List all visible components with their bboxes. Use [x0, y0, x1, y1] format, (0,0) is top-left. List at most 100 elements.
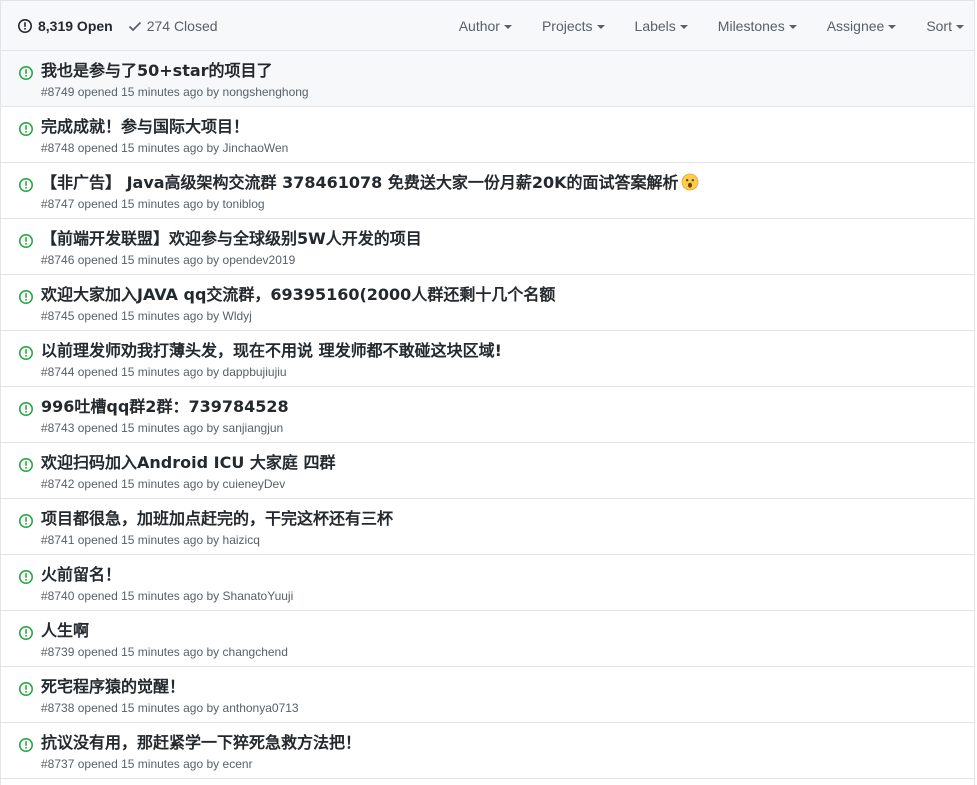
- issue-number[interactable]: #8737: [41, 757, 74, 771]
- astonished-face-emoji-icon: [681, 173, 699, 191]
- issue-meta: #8739 opened 15 minutes ago by changchen…: [41, 644, 288, 660]
- issue-row[interactable]: 完成成就！参与国际大项目！ #8748 opened 15 minutes ag…: [1, 107, 974, 163]
- issue-author-link[interactable]: cuieneyDev: [223, 477, 286, 491]
- issue-author-link[interactable]: haizicq: [223, 533, 260, 547]
- issue-number[interactable]: #8749: [41, 85, 74, 99]
- issue-number[interactable]: #8740: [41, 589, 74, 603]
- issue-row[interactable]: 死宅程序猿的觉醒！ #8738 opened 15 minutes ago by…: [1, 667, 974, 723]
- issue-opened-text: opened 15 minutes ago by: [77, 421, 220, 435]
- issue-title-link[interactable]: 【非广告】 Java高级架构交流群 378461078 免费送大家一份月薪20K…: [41, 173, 699, 193]
- caret-down-icon: [596, 24, 605, 29]
- issue-row-content: 【非广告】 Java高级架构交流群 378461078 免费送大家一份月薪20K…: [41, 173, 699, 212]
- issue-row-content: 欢迎扫码加入Android ICU 大家庭 四群 #8742 opened 15…: [41, 453, 335, 492]
- labels-filter[interactable]: Labels: [635, 18, 688, 34]
- issue-meta: #8748 opened 15 minutes ago by JinchaoWe…: [41, 140, 288, 156]
- issue-number[interactable]: #8747: [41, 197, 74, 211]
- issue-author-link[interactable]: anthonya0713: [223, 701, 299, 715]
- issue-opened-text: opened 15 minutes ago by: [77, 533, 220, 547]
- issue-number[interactable]: #8743: [41, 421, 74, 435]
- issues-box: 8,319 Open 274 Closed Author Projects La…: [0, 0, 975, 785]
- closed-issues-count: 274 Closed: [146, 17, 218, 34]
- issue-list: 我也是参与了50+star的项目了 #8749 opened 15 minute…: [1, 51, 974, 779]
- issue-opened-text: opened 15 minutes ago by: [77, 645, 220, 659]
- closed-issues-tab[interactable]: 274 Closed: [128, 18, 218, 34]
- issue-row-content: 人生啊 #8739 opened 15 minutes ago by chang…: [41, 621, 288, 660]
- issue-row[interactable]: 人生啊 #8739 opened 15 minutes ago by chang…: [1, 611, 974, 667]
- issue-meta: #8749 opened 15 minutes ago by nongsheng…: [41, 84, 309, 100]
- caret-down-icon: [503, 24, 512, 29]
- issue-row[interactable]: 火前留名！ #8740 opened 15 minutes ago by Sha…: [1, 555, 974, 611]
- issue-number[interactable]: #8745: [41, 309, 74, 323]
- assignee-filter[interactable]: Assignee: [827, 18, 897, 34]
- issue-row[interactable]: 抗议没有用，那赶紧学一下猝死急救方法把！ #8737 opened 15 min…: [1, 723, 974, 779]
- issue-row[interactable]: 我也是参与了50+star的项目了 #8749 opened 15 minute…: [1, 51, 974, 107]
- issue-title-link[interactable]: 以前理发师劝我打薄头发，现在不用说 理发师都不敢碰这块区域!: [41, 341, 502, 361]
- issue-author-link[interactable]: toniblog: [223, 197, 265, 211]
- issue-number[interactable]: #8739: [41, 645, 74, 659]
- issue-row[interactable]: 欢迎扫码加入Android ICU 大家庭 四群 #8742 opened 15…: [1, 443, 974, 499]
- issue-row[interactable]: 欢迎大家加入JAVA qq交流群，69395160(2000人群还剩十几个名额 …: [1, 275, 974, 331]
- issue-author-link[interactable]: nongshenghong: [223, 85, 309, 99]
- issue-title-link[interactable]: 完成成就！参与国际大项目！: [41, 117, 288, 137]
- issue-opened-text: opened 15 minutes ago by: [77, 365, 220, 379]
- issue-title-link[interactable]: 抗议没有用，那赶紧学一下猝死急救方法把！: [41, 733, 361, 753]
- issue-row-content: 火前留名！ #8740 opened 15 minutes ago by Sha…: [41, 565, 293, 604]
- milestones-filter[interactable]: Milestones: [718, 18, 797, 34]
- issue-meta: #8738 opened 15 minutes ago by anthonya0…: [41, 700, 299, 716]
- issue-opened-text: opened 15 minutes ago by: [77, 85, 220, 99]
- projects-filter[interactable]: Projects: [542, 18, 605, 34]
- issue-title-link[interactable]: 项目都很急，加班加点赶完的，干完这杯还有三杯: [41, 509, 393, 529]
- issue-number[interactable]: #8742: [41, 477, 74, 491]
- issue-meta: #8746 opened 15 minutes ago by opendev20…: [41, 252, 422, 268]
- open-issues-count: 8,319 Open: [38, 17, 113, 34]
- issue-title-link[interactable]: 死宅程序猿的觉醒！: [41, 677, 299, 697]
- issue-number[interactable]: #8746: [41, 253, 74, 267]
- issue-row[interactable]: 【非广告】 Java高级架构交流群 378461078 免费送大家一份月薪20K…: [1, 163, 974, 219]
- issue-number[interactable]: #8741: [41, 533, 74, 547]
- issue-title-link[interactable]: 996吐槽qq群2群：739784528: [41, 397, 289, 417]
- issue-row-content: 欢迎大家加入JAVA qq交流群，69395160(2000人群还剩十几个名额 …: [41, 285, 555, 324]
- issue-meta: #8745 opened 15 minutes ago by Wldyj: [41, 308, 555, 324]
- sort-filter[interactable]: Sort: [926, 18, 964, 34]
- issue-opened-icon: [18, 65, 34, 81]
- issue-opened-icon: [18, 681, 34, 697]
- issue-title-link[interactable]: 【前端开发联盟】欢迎参与全球级别5W人开发的项目: [41, 229, 422, 249]
- issue-author-link[interactable]: dappbujiujiu: [223, 365, 287, 379]
- issue-title-link[interactable]: 人生啊: [41, 621, 288, 641]
- issue-author-link[interactable]: changchend: [223, 645, 288, 659]
- issue-row[interactable]: 996吐槽qq群2群：739784528 #8743 opened 15 min…: [1, 387, 974, 443]
- issue-author-link[interactable]: Wldyj: [223, 309, 252, 323]
- issue-row[interactable]: 【前端开发联盟】欢迎参与全球级别5W人开发的项目 #8746 opened 15…: [1, 219, 974, 275]
- issue-row-content: 死宅程序猿的觉醒！ #8738 opened 15 minutes ago by…: [41, 677, 299, 716]
- issue-title-link[interactable]: 我也是参与了50+star的项目了: [41, 61, 309, 81]
- author-filter[interactable]: Author: [459, 18, 512, 34]
- issue-title-link[interactable]: 欢迎扫码加入Android ICU 大家庭 四群: [41, 453, 335, 473]
- issue-row-content: 【前端开发联盟】欢迎参与全球级别5W人开发的项目 #8746 opened 15…: [41, 229, 422, 268]
- issue-opened-icon: [18, 569, 34, 585]
- issue-title-link[interactable]: 欢迎大家加入JAVA qq交流群，69395160(2000人群还剩十几个名额: [41, 285, 555, 305]
- issue-row[interactable]: 项目都很急，加班加点赶完的，干完这杯还有三杯 #8741 opened 15 m…: [1, 499, 974, 555]
- issue-meta: #8747 opened 15 minutes ago by toniblog: [41, 196, 699, 212]
- issue-number[interactable]: #8744: [41, 365, 74, 379]
- issue-state-toggles: 8,319 Open 274 Closed: [17, 18, 429, 34]
- issue-author-link[interactable]: sanjiangjun: [223, 421, 284, 435]
- issue-opened-icon: [18, 121, 34, 137]
- issue-number[interactable]: #8738: [41, 701, 74, 715]
- issue-author-link[interactable]: ecenr: [223, 757, 253, 771]
- issue-author-link[interactable]: ShanatoYuuji: [223, 589, 294, 603]
- milestones-filter-label: Milestones: [717, 17, 785, 34]
- issue-author-link[interactable]: JinchaoWen: [223, 141, 289, 155]
- issue-row-content: 抗议没有用，那赶紧学一下猝死急救方法把！ #8737 opened 15 min…: [41, 733, 361, 772]
- issue-row[interactable]: 以前理发师劝我打薄头发，现在不用说 理发师都不敢碰这块区域! #8744 ope…: [1, 331, 974, 387]
- issue-opened-text: opened 15 minutes ago by: [77, 701, 220, 715]
- issue-author-link[interactable]: opendev2019: [223, 253, 296, 267]
- caret-down-icon: [888, 24, 897, 29]
- issue-opened-text: opened 15 minutes ago by: [77, 197, 220, 211]
- issue-number[interactable]: #8748: [41, 141, 74, 155]
- open-issues-tab[interactable]: 8,319 Open: [17, 18, 113, 34]
- issue-opened-icon: [18, 401, 34, 417]
- projects-filter-label: Projects: [541, 17, 593, 34]
- issue-row-content: 项目都很急，加班加点赶完的，干完这杯还有三杯 #8741 opened 15 m…: [41, 509, 393, 548]
- issue-title-link[interactable]: 火前留名！: [41, 565, 293, 585]
- issue-opened-text: opened 15 minutes ago by: [77, 309, 220, 323]
